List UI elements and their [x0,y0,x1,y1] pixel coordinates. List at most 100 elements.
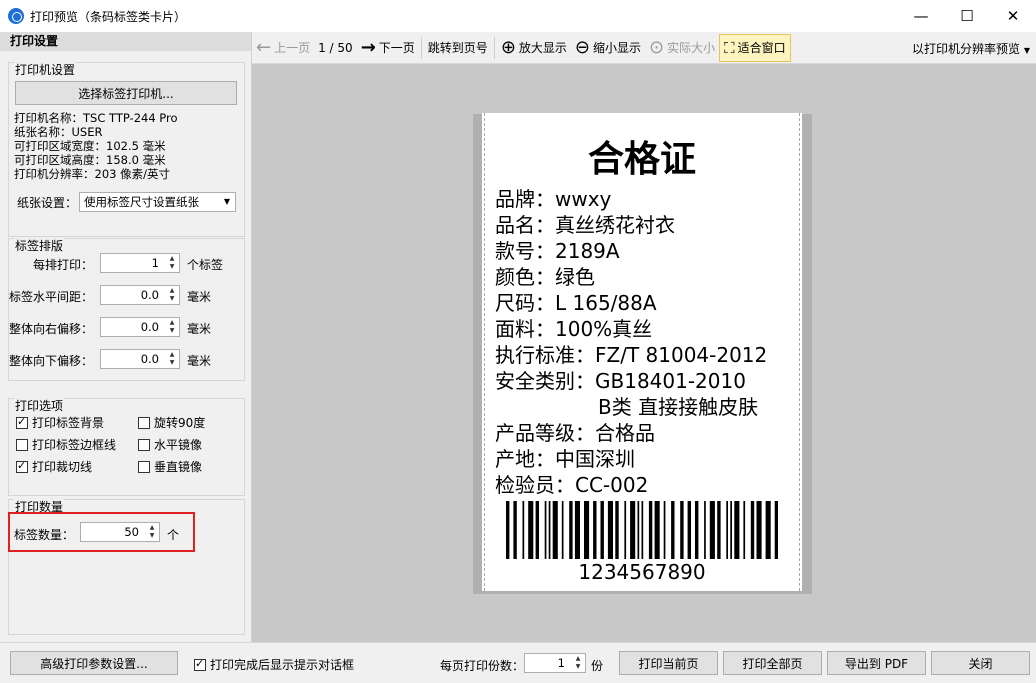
barcode-bar [756,501,762,559]
label-line-safety: 安全类别：GB18401-2010 [495,369,746,393]
paper-setting-label: 纸张设置： [17,196,78,210]
print-settings-panel: 打印设置 打印机设置 选择标签打印机... 打印机名称：TSC TTP-244 … [0,32,252,642]
spinner-arrows-icon[interactable]: ▲ ▼ [166,255,178,271]
actual-size-button[interactable]: ⊙ 实际大小 [645,34,719,62]
printer-info: 打印机名称：TSC TTP-244 Pro 纸张名称：USER 可打印区域宽度：… [14,111,178,181]
offset-right-unit: 毫米 [187,322,212,336]
horizontal-mirror-checkbox[interactable]: 水平镜像 [138,436,202,453]
print-all-pages-button[interactable]: 打印全部页 [723,651,822,675]
app-icon [8,8,24,24]
goto-page-button[interactable]: 跳转到页号 [424,34,492,62]
show-dialog-checkbox[interactable]: 打印完成后显示提示对话框 [194,656,354,673]
label-line-color: 颜色：绿色 [495,265,595,289]
paper-setting-select[interactable]: 使用标签尺寸设置纸张 ▼ [79,192,236,212]
barcode-bar [648,501,653,559]
barcode-bar [726,501,728,559]
spinner-arrows-icon[interactable]: ▲ ▼ [572,655,584,671]
arrow-right-icon: → [360,36,376,58]
prev-page-button[interactable]: ← 上一页 [252,34,314,62]
barcode-bar [600,501,604,559]
close-window-button[interactable]: ✕ [990,0,1036,32]
per-row-label: 每排打印： [32,258,93,272]
h-spacing-label: 标签水平间距： [9,290,94,304]
barcode-bar [607,501,613,559]
offset-down-spinner[interactable]: 0.0 ▲ ▼ [100,349,180,369]
quantity-highlight-box [8,512,195,552]
preview-mode-dropdown[interactable]: 以打印机分辨率预览 ▼ [912,40,1030,57]
offset-right-value: 0.0 [140,320,159,334]
barcode-bar [574,501,580,559]
next-page-button[interactable]: → 下一页 [357,34,419,62]
close-button[interactable]: 关闭 [931,651,1030,675]
barcode-number: 1234567890 [578,560,706,584]
print-options-group: 打印选项 打印标签背景 旋转90度 打印标签边框线 水平镜像 打印裁切线 垂直镜… [8,397,245,496]
barcode-bar [630,501,636,559]
printer-resolution: 打印机分辨率：203 像素/英寸 [14,167,170,181]
per-row-spinner[interactable]: 1 ▲ ▼ [100,253,180,273]
offset-right-spinner[interactable]: 0.0 ▲ ▼ [100,317,180,337]
offset-down-label: 整体向下偏移： [9,354,94,368]
window-title: 打印预览（条码标签类卡片） [30,9,187,24]
spinner-arrows-icon[interactable]: ▲ ▼ [166,287,178,303]
barcode-bar [709,501,715,559]
label-line-brand: 品牌：wwxy [495,187,612,211]
spinner-arrows-icon[interactable]: ▲ ▼ [166,351,178,367]
print-current-page-button[interactable]: 打印当前页 [619,651,718,675]
h-spacing-value: 0.0 [140,288,159,302]
zoom-in-button[interactable]: ⊕ 放大显示 [497,34,571,62]
h-spacing-unit: 毫米 [187,290,212,304]
barcode-bar [548,501,551,559]
barcode-bar [615,501,619,559]
title-bar: 打印预览（条码标签类卡片） — ☐ ✕ [0,0,1036,32]
barcode-image [506,501,778,559]
copies-label: 每页打印份数： [440,659,525,673]
label-line-style: 款号：2189A [495,239,620,263]
copies-unit: 份 [591,659,604,673]
fit-window-icon: ⛶ [724,38,735,57]
barcode-bar [654,501,660,559]
spinner-arrows-icon[interactable]: ▲ ▼ [166,319,178,335]
barcode-bar [695,501,699,559]
offset-down-unit: 毫米 [187,354,212,368]
advanced-settings-button[interactable]: 高级打印参数设置... [10,651,178,675]
zoom-out-button[interactable]: ⊖ 缩小显示 [571,34,645,62]
print-background-checkbox[interactable]: 打印标签背景 [16,414,104,431]
barcode-bar [663,501,666,559]
maximize-button[interactable]: ☐ [944,0,990,32]
paper-name: 纸张名称：USER [14,125,103,139]
cut-line-right [799,113,800,591]
print-cutline-checkbox[interactable]: 打印裁切线 [16,458,92,475]
barcode-bar [569,501,573,559]
barcode-bar [544,501,547,559]
label-line-size: 尺码：L 165/88A [495,291,657,315]
print-border-checkbox[interactable]: 打印标签边框线 [16,436,116,453]
rotate-90-checkbox[interactable]: 旋转90度 [138,414,205,431]
barcode-bar [513,501,517,559]
select-printer-button[interactable]: 选择标签打印机... [15,81,237,105]
label-line-safety-class: B类 直接接触皮肤 [598,395,759,419]
barcode-bar [671,501,675,559]
copies-spinner[interactable]: 1 ▲ ▼ [524,653,586,673]
barcode-bar [522,501,525,559]
fit-window-button[interactable]: ⛶ 适合窗口 [719,33,791,62]
group-title: 打印选项 [14,397,65,414]
printable-width: 可打印区域宽度：102.5 毫米 [14,139,166,153]
barcode-bar [561,501,564,559]
barcode-bar [687,501,691,559]
toolbar-separator [493,36,495,59]
barcode-bar [641,501,644,559]
vertical-mirror-checkbox[interactable]: 垂直镜像 [138,458,202,475]
barcode-bar [637,501,640,559]
minimize-button[interactable]: — [898,0,944,32]
barcode-bar [506,501,510,559]
barcode-bar [704,501,706,559]
label-title: 合格证 [587,138,696,180]
export-pdf-button[interactable]: 导出到 PDF [827,651,926,675]
zoom-in-icon: ⊕ [500,36,516,58]
h-spacing-spinner[interactable]: 0.0 ▲ ▼ [100,285,180,305]
barcode-bar [717,501,721,559]
barcode-bar [750,501,755,559]
barcode-bar [593,501,597,559]
label-line-inspector: 检验员：CC-002 [495,473,649,497]
per-row-value: 1 [151,256,159,270]
